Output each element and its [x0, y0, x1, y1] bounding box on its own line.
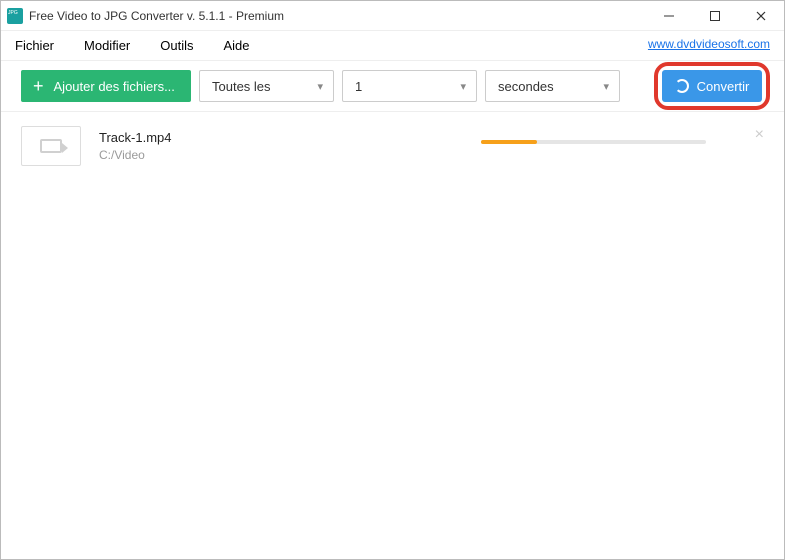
plus-icon: + — [33, 77, 44, 95]
app-icon — [7, 8, 23, 24]
refresh-icon — [675, 79, 689, 93]
add-files-button[interactable]: + Ajouter des fichiers... — [21, 70, 191, 102]
chevron-down-icon: ▾ — [460, 80, 466, 93]
interval-value-select[interactable]: 1 ▾ — [342, 70, 477, 102]
interval-unit-value: secondes — [498, 79, 554, 94]
camera-icon — [40, 139, 62, 153]
website-link[interactable]: www.dvdvideosoft.com — [648, 37, 770, 51]
interval-unit-select[interactable]: secondes ▾ — [485, 70, 620, 102]
convert-button[interactable]: Convertir — [662, 70, 762, 102]
minimize-icon — [663, 10, 675, 22]
file-list: Track-1.mp4 C:/Video × — [1, 111, 784, 559]
file-path: C:/Video — [99, 148, 171, 162]
minimize-button[interactable] — [646, 1, 692, 31]
maximize-button[interactable] — [692, 1, 738, 31]
file-meta: Track-1.mp4 C:/Video — [99, 130, 171, 162]
menu-edit[interactable]: Modifier — [84, 38, 130, 53]
window-title: Free Video to JPG Converter v. 5.1.1 - P… — [29, 9, 284, 23]
app-window: Free Video to JPG Converter v. 5.1.1 - P… — [0, 0, 785, 560]
maximize-icon — [709, 10, 721, 22]
remove-item-button[interactable]: × — [755, 126, 764, 144]
menu-help[interactable]: Aide — [224, 38, 250, 53]
convert-label: Convertir — [697, 79, 750, 94]
titlebar: Free Video to JPG Converter v. 5.1.1 - P… — [1, 1, 784, 31]
file-name: Track-1.mp4 — [99, 130, 171, 145]
interval-value: 1 — [355, 79, 362, 94]
add-files-label: Ajouter des fichiers... — [54, 79, 175, 94]
toolbar: + Ajouter des fichiers... Toutes les ▾ 1… — [1, 61, 784, 111]
menubar: Fichier Modifier Outils Aide www.dvdvide… — [1, 31, 784, 61]
close-icon — [755, 10, 767, 22]
list-item[interactable]: Track-1.mp4 C:/Video × — [1, 112, 784, 180]
progress-bar — [481, 140, 706, 144]
close-button[interactable] — [738, 1, 784, 31]
convert-highlight: Convertir — [654, 62, 770, 110]
chevron-down-icon: ▾ — [603, 80, 609, 93]
chevron-down-icon: ▾ — [317, 80, 323, 93]
progress-fill — [481, 140, 537, 144]
interval-mode-select[interactable]: Toutes les ▾ — [199, 70, 334, 102]
video-thumbnail — [21, 126, 81, 166]
menu-file[interactable]: Fichier — [15, 38, 54, 53]
interval-mode-value: Toutes les — [212, 79, 271, 94]
menu-tools[interactable]: Outils — [160, 38, 193, 53]
